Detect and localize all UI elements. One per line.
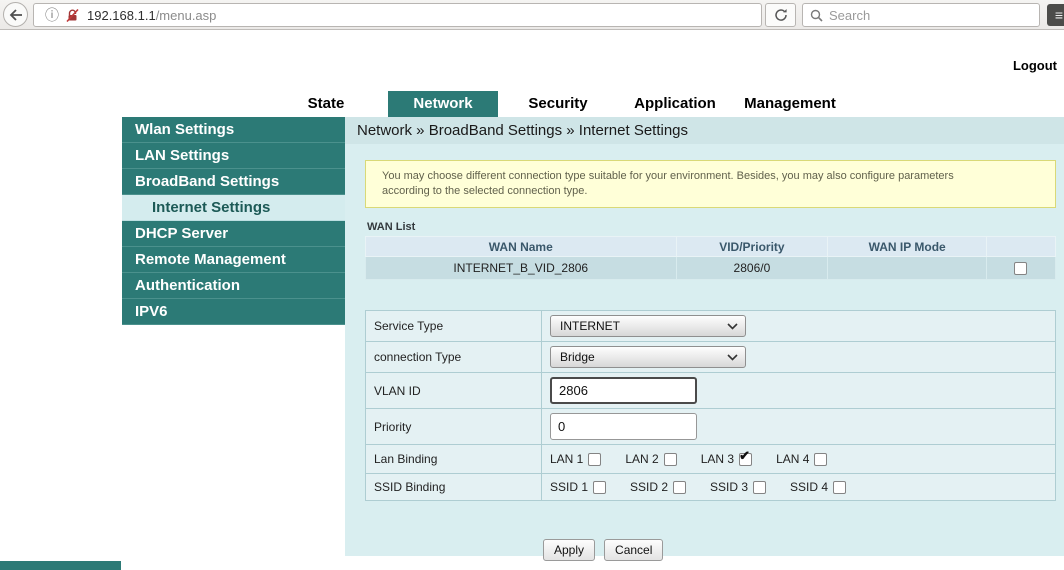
menu-icon[interactable]: ≡	[1047, 4, 1064, 26]
wan-list-title: WAN List	[367, 221, 416, 233]
tab-network[interactable]: Network	[388, 91, 498, 117]
ssid4-label: SSID 4	[790, 480, 829, 494]
tab-application[interactable]: Application	[628, 91, 722, 117]
sidebar-item-remote-management[interactable]: Remote Management	[122, 247, 345, 273]
tab-security[interactable]: Security	[512, 91, 604, 117]
service-type-label: Service Type	[365, 310, 542, 342]
wan-select-cell	[985, 256, 1057, 280]
wan-row-checkbox[interactable]	[1014, 262, 1028, 276]
wan-name-cell: INTERNET_B_VID_2806	[365, 256, 677, 280]
lan4-label: LAN 4	[776, 452, 810, 466]
sidebar-item-lan-settings[interactable]: LAN Settings	[122, 143, 345, 169]
service-type-select[interactable]: INTERNET	[550, 315, 746, 337]
priority-label: Priority	[365, 408, 542, 445]
back-button[interactable]	[3, 2, 28, 27]
lan-binding-label: Lan Binding	[365, 444, 542, 474]
insecure-lock-icon[interactable]	[66, 8, 79, 22]
lan3-label: LAN 3	[700, 452, 735, 466]
cancel-button[interactable]: Cancel	[604, 539, 664, 561]
form-actions: Apply Cancel	[543, 539, 1056, 561]
connection-form: Service Type INTERNET connection Type Br…	[365, 310, 1056, 501]
search-input[interactable]	[829, 7, 1019, 23]
ssid1-label: SSID 1	[550, 480, 589, 494]
wan-table: WAN Name VID/Priority WAN IP Mode INTERN…	[365, 236, 1057, 280]
left-gutter	[0, 117, 122, 570]
vlan-id-input[interactable]	[550, 377, 697, 404]
wan-table-row: INTERNET_B_VID_2806 2806/0	[365, 256, 1057, 280]
search-icon	[810, 9, 823, 22]
footer-accent-bar	[0, 561, 121, 570]
wan-ip-mode-header: WAN IP Mode	[827, 236, 987, 257]
vid-priority-header: VID/Priority	[675, 236, 829, 257]
priority-input[interactable]	[550, 413, 697, 440]
tab-bar: State Network Security Application Manag…	[283, 91, 840, 117]
wan-ip-mode-cell	[827, 256, 987, 280]
ssid-binding-label: SSID Binding	[365, 473, 542, 501]
lan3-checkbox[interactable]	[739, 448, 753, 466]
url-bar[interactable]: ⓘ 192.168.1.1/menu.asp	[33, 3, 762, 27]
page-layout: Wlan Settings LAN Settings BroadBand Set…	[0, 117, 1064, 570]
wan-name-header: WAN Name	[365, 236, 677, 257]
connection-type-row: connection Type Bridge	[365, 341, 1056, 373]
chevron-down-icon	[727, 353, 738, 361]
connection-type-label: connection Type	[365, 341, 542, 373]
ssid-binding-group: SSID 1 SSID 2 SSID 3 SSID 4	[550, 480, 1047, 494]
reload-button[interactable]	[765, 3, 796, 27]
main-panel: Network » BroadBand Settings » Internet …	[345, 117, 1064, 570]
vid-priority-cell: 2806/0	[675, 256, 829, 280]
url-text: 192.168.1.1/menu.asp	[87, 8, 216, 23]
ssid2-label: SSID 2	[630, 480, 669, 494]
chevron-down-icon	[727, 322, 738, 330]
breadcrumb: Network » BroadBand Settings » Internet …	[345, 117, 1064, 144]
sidebar-item-internet-settings[interactable]: Internet Settings	[122, 195, 345, 221]
notice-line-1: You may choose different connection type…	[382, 170, 954, 182]
logout-link[interactable]: Logout	[1013, 58, 1057, 73]
tab-state[interactable]: State	[283, 91, 369, 117]
connection-type-value: Bridge	[560, 350, 595, 364]
sidebar: Wlan Settings LAN Settings BroadBand Set…	[122, 117, 345, 570]
url-host: 192.168.1.1	[87, 7, 156, 23]
apply-button[interactable]: Apply	[543, 539, 596, 561]
lan1-checkbox[interactable]	[588, 452, 602, 466]
lan1-label: LAN 1	[550, 452, 584, 466]
ssid3-checkbox[interactable]	[753, 480, 767, 494]
vlan-id-label: VLAN ID	[365, 372, 542, 409]
service-type-value: INTERNET	[560, 319, 620, 333]
vlan-id-row: VLAN ID	[365, 372, 1056, 409]
sidebar-item-ipv6[interactable]: IPV6	[122, 299, 345, 325]
sidebar-item-wlan-settings[interactable]: Wlan Settings	[122, 117, 345, 143]
sidebar-item-authentication[interactable]: Authentication	[122, 273, 345, 299]
notice-line-2: according to the selected connection typ…	[382, 185, 588, 197]
select-header	[985, 236, 1057, 257]
ssid4-checkbox[interactable]	[833, 480, 847, 494]
reload-icon	[774, 9, 787, 21]
lan2-label: LAN 2	[625, 452, 659, 466]
lan2-checkbox[interactable]	[663, 452, 677, 466]
notice-box: You may choose different connection type…	[365, 160, 1056, 208]
search-bar	[802, 3, 1040, 27]
site-info-icon[interactable]: ⓘ	[45, 8, 59, 22]
back-arrow-icon	[9, 8, 22, 21]
sidebar-item-dhcp-server[interactable]: DHCP Server	[122, 221, 345, 247]
content-area: You may choose different connection type…	[345, 144, 1064, 561]
tab-management[interactable]: Management	[740, 91, 840, 117]
sidebar-item-broadband-settings[interactable]: BroadBand Settings	[122, 169, 345, 195]
priority-row: Priority	[365, 408, 1056, 445]
ssid-binding-row: SSID Binding SSID 1 SSID 2 SSID 3 SSID 4	[365, 473, 1056, 501]
url-path: /menu.asp	[155, 7, 217, 23]
lan-binding-group: LAN 1 LAN 2 LAN 3 LAN 4	[550, 448, 1047, 466]
ssid3-label: SSID 3	[710, 480, 749, 494]
wan-table-header-row: WAN Name VID/Priority WAN IP Mode	[365, 236, 1057, 257]
router-admin-page: ⓘ 192.168.1.1/menu.asp ≡ Logout State Ne…	[0, 0, 1064, 570]
connection-type-select[interactable]: Bridge	[550, 346, 746, 368]
service-type-row: Service Type INTERNET	[365, 310, 1056, 342]
ssid2-checkbox[interactable]	[673, 480, 687, 494]
browser-toolbar: ⓘ 192.168.1.1/menu.asp ≡	[0, 0, 1064, 30]
ssid1-checkbox[interactable]	[593, 480, 607, 494]
lan-binding-row: Lan Binding LAN 1 LAN 2 LAN 3 LAN 4	[365, 444, 1056, 474]
lan4-checkbox[interactable]	[814, 452, 828, 466]
